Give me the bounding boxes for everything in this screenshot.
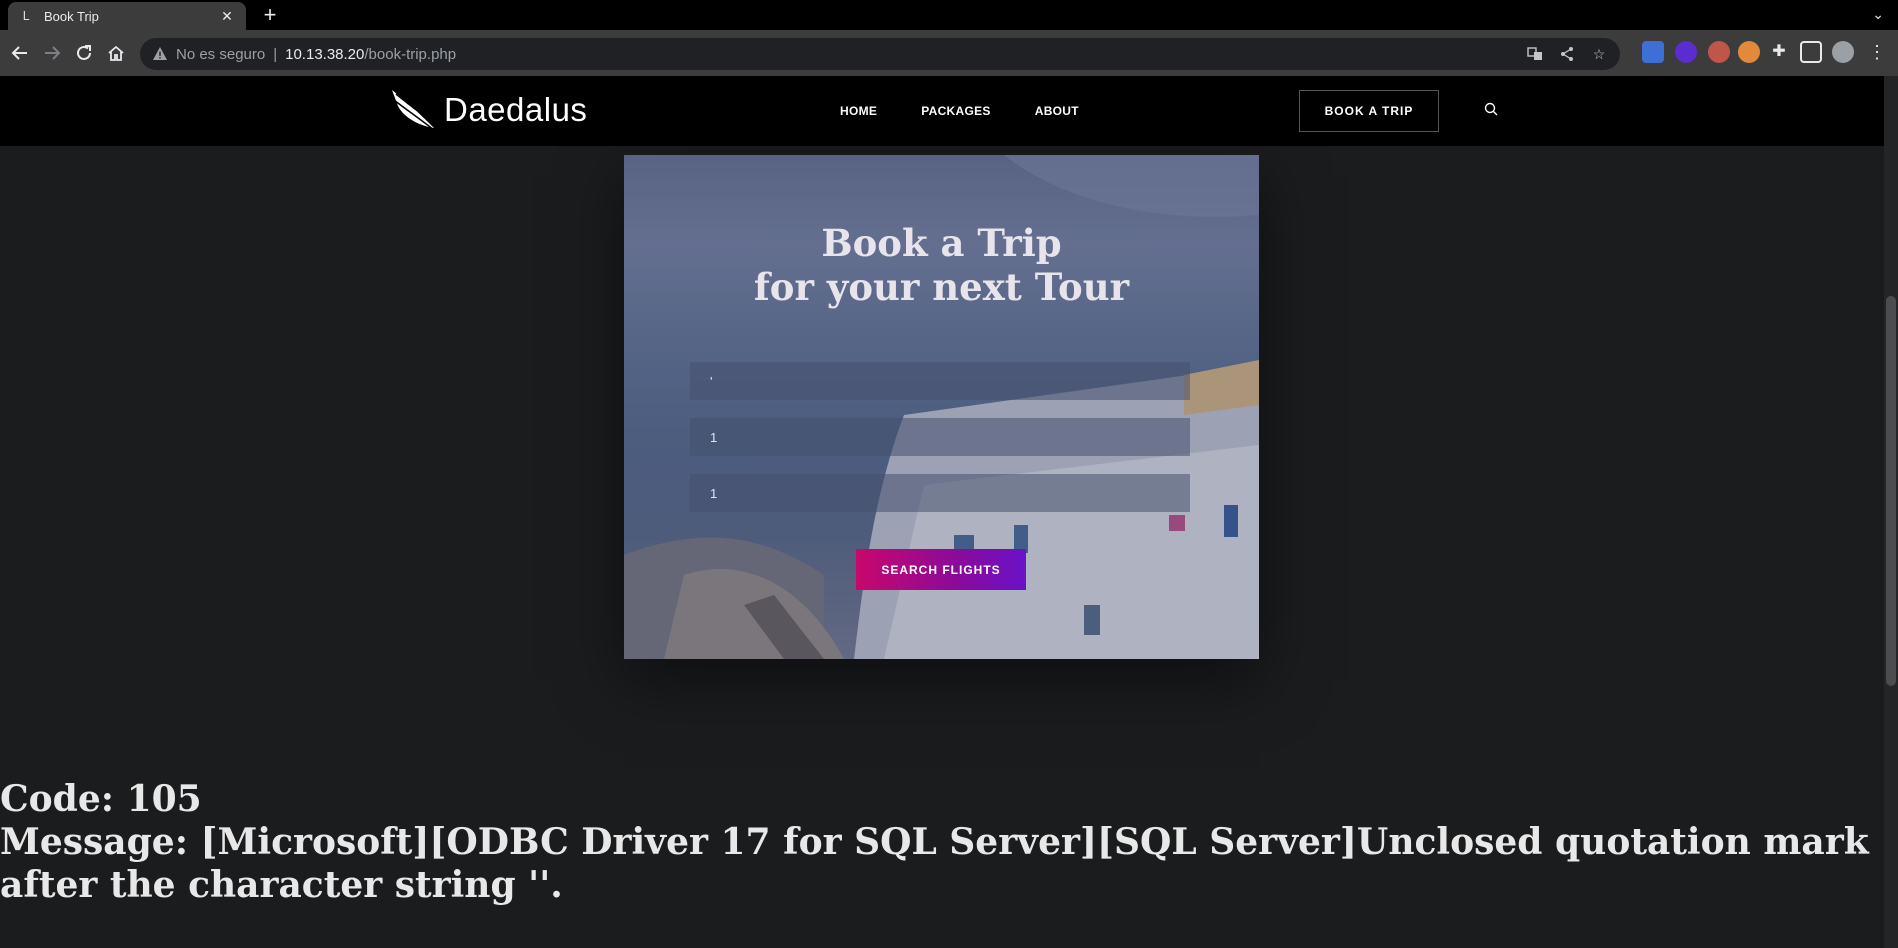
tab-title: Book Trip <box>44 8 99 24</box>
url-path: /book-trip.php <box>364 45 457 63</box>
children-input[interactable]: 1 <box>690 474 1190 512</box>
url-host: 10.13.38.20 <box>285 45 365 63</box>
browser-tab[interactable]: L Book Trip ✕ <box>8 2 246 30</box>
tab-search-chevron-icon[interactable]: ⌄ <box>1872 6 1884 23</box>
logo-text: Daedalus <box>444 91 588 128</box>
wing-logo-icon <box>392 90 437 131</box>
hero-title-line1: Book a Trip <box>821 221 1062 265</box>
extensions-puzzle-icon[interactable]: ✚ <box>1768 41 1790 63</box>
insecure-label[interactable]: No es seguro <box>176 46 265 63</box>
address-bar[interactable]: No es seguro | 10.13.38.20 /book-trip.ph… <box>140 38 1620 70</box>
nav-home[interactable]: HOME <box>840 104 877 118</box>
new-tab-button[interactable]: + <box>258 4 282 28</box>
hero-title: Book a Trip for your next Tour <box>624 221 1259 309</box>
nav-packages[interactable]: PACKAGES <box>921 104 991 118</box>
translate-icon[interactable] <box>1524 44 1546 64</box>
back-arrow-icon <box>11 46 27 60</box>
adults-input[interactable]: 1 <box>690 418 1190 456</box>
tab-favicon-icon: L <box>22 9 30 23</box>
main-nav: HOME PACKAGES ABOUT <box>840 104 1079 118</box>
extension-cookie-icon[interactable] <box>1708 41 1730 63</box>
back-button[interactable] <box>6 39 34 67</box>
profile-avatar[interactable] <box>1832 41 1854 63</box>
side-panel-icon[interactable] <box>1800 41 1822 63</box>
nav-about[interactable]: ABOUT <box>1035 104 1079 118</box>
scrollbar-thumb[interactable] <box>1886 296 1896 686</box>
reload-button[interactable] <box>70 39 98 67</box>
page-viewport: Daedalus HOME PACKAGES ABOUT BOOK A TRIP <box>0 76 1898 948</box>
share-icon[interactable] <box>1556 44 1578 64</box>
page-scrollbar[interactable] <box>1884 76 1898 948</box>
home-icon <box>108 45 124 61</box>
booking-card: Book a Trip for your next Tour ' 1 1 SEA… <box>624 155 1259 659</box>
forward-button[interactable] <box>38 39 66 67</box>
site-logo[interactable]: Daedalus <box>390 88 587 132</box>
home-button[interactable] <box>102 39 130 67</box>
error-code: Code: 105 <box>0 778 202 820</box>
search-flights-button[interactable]: SEARCH FLIGHTS <box>856 549 1026 590</box>
forward-arrow-icon <box>45 46 61 60</box>
hero-title-line2: for your next Tour <box>753 265 1130 309</box>
search-icon[interactable] <box>1484 102 1498 116</box>
browser-menu-icon[interactable]: ⋮ <box>1866 41 1888 63</box>
extension-translate-icon[interactable] <box>1642 41 1664 63</box>
bookmark-star-icon[interactable]: ☆ <box>1588 44 1610 64</box>
browser-tab-bar: L Book Trip ✕ + ⌄ <box>0 0 1898 30</box>
site-header: Daedalus HOME PACKAGES ABOUT BOOK A TRIP <box>0 76 1884 146</box>
book-a-trip-button[interactable]: BOOK A TRIP <box>1299 90 1439 132</box>
error-message: Message: [Microsoft][ODBC Driver 17 for … <box>0 821 1869 906</box>
extension-orange-icon[interactable] <box>1738 41 1760 63</box>
warning-icon <box>153 47 167 60</box>
url-separator: | <box>273 45 278 63</box>
reload-icon <box>77 45 91 60</box>
destination-input[interactable]: ' <box>690 362 1190 400</box>
omnibox-actions: ☆ <box>1524 44 1610 64</box>
extension-badge-icon[interactable] <box>1675 41 1697 63</box>
tab-close-icon[interactable]: ✕ <box>218 8 236 25</box>
